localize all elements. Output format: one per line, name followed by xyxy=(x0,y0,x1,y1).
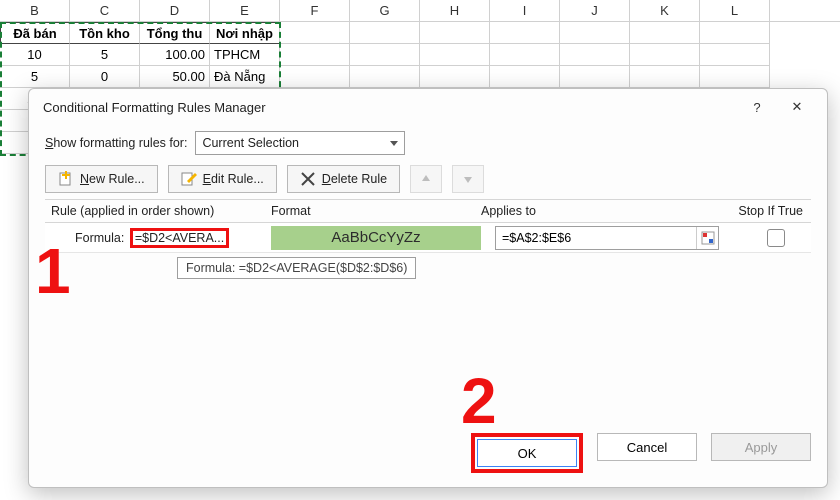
col-C[interactable]: C xyxy=(70,0,140,21)
cell[interactable]: Đà Nẵng xyxy=(210,66,280,88)
scope-value: Current Selection xyxy=(202,136,299,150)
dialog-title: Conditional Formatting Rules Manager xyxy=(43,100,737,115)
col-K[interactable]: K xyxy=(630,0,700,21)
header-da-ban[interactable]: Đã bán xyxy=(0,22,70,44)
stop-if-true-checkbox[interactable] xyxy=(767,229,785,247)
new-rule-button[interactable]: NNew Rule...ew Rule... xyxy=(45,165,158,193)
scope-select[interactable]: Current Selection xyxy=(195,131,405,155)
close-button[interactable]: ✕ xyxy=(777,92,817,122)
ok-button[interactable]: OK xyxy=(477,439,577,467)
toolbar: NNew Rule...ew Rule... Edit Rule... Dele… xyxy=(45,165,811,193)
cell[interactable] xyxy=(350,66,420,88)
cell[interactable] xyxy=(700,22,770,44)
col-D[interactable]: D xyxy=(140,0,210,21)
title-bar: Conditional Formatting Rules Manager ? ✕ xyxy=(29,89,827,125)
col-stop: Stop If True xyxy=(721,204,811,218)
header-tong-thu[interactable]: Tổng thu xyxy=(140,22,210,44)
col-I[interactable]: I xyxy=(490,0,560,21)
col-G[interactable]: G xyxy=(350,0,420,21)
col-B[interactable]: B xyxy=(0,0,70,21)
cell[interactable]: 5 xyxy=(0,66,70,88)
rule-row[interactable]: Formula: =$D2<AVERA... AaBbCcYyZz xyxy=(45,223,811,253)
cell[interactable] xyxy=(280,44,350,66)
cell[interactable] xyxy=(700,66,770,88)
applies-to-field[interactable] xyxy=(495,226,719,250)
col-E[interactable]: E xyxy=(210,0,280,21)
cell[interactable] xyxy=(630,22,700,44)
apply-button[interactable]: Apply xyxy=(711,433,811,461)
col-H[interactable]: H xyxy=(420,0,490,21)
cancel-button[interactable]: Cancel xyxy=(597,433,697,461)
move-up-button[interactable] xyxy=(410,165,442,193)
cell[interactable] xyxy=(350,22,420,44)
edit-rule-icon xyxy=(181,171,197,187)
edit-rule-button[interactable]: Edit Rule... xyxy=(168,165,277,193)
cell[interactable] xyxy=(420,66,490,88)
rules-manager-dialog: Conditional Formatting Rules Manager ? ✕… xyxy=(28,88,828,488)
header-ton-kho[interactable]: Tồn kho xyxy=(70,22,140,44)
delete-rule-icon xyxy=(300,171,316,187)
help-button[interactable]: ? xyxy=(737,92,777,122)
cell[interactable] xyxy=(490,66,560,88)
cell[interactable] xyxy=(490,44,560,66)
chevron-down-icon xyxy=(390,141,398,146)
col-applies: Applies to xyxy=(481,204,721,218)
col-J[interactable]: J xyxy=(560,0,630,21)
col-L[interactable]: L xyxy=(700,0,770,21)
column-headers: B C D E F G H I J K L xyxy=(0,0,840,22)
cell[interactable]: TPHCM xyxy=(210,44,280,66)
rule-description: Formula: =$D2<AVERA... xyxy=(45,228,271,248)
cell[interactable]: 10 xyxy=(0,44,70,66)
header-noi-nhap[interactable]: Nơi nhập xyxy=(210,22,280,44)
cell[interactable]: 100.00 xyxy=(140,44,210,66)
ok-highlight: OK xyxy=(471,433,583,473)
move-down-button[interactable] xyxy=(452,165,484,193)
cell[interactable]: 50.00 xyxy=(140,66,210,88)
show-rules-label: Show formatting rules for: xyxy=(45,136,187,150)
applies-to-input[interactable] xyxy=(496,231,696,245)
delete-rule-button[interactable]: Delete Rule xyxy=(287,165,400,193)
cell[interactable] xyxy=(560,44,630,66)
cell[interactable] xyxy=(630,66,700,88)
cell[interactable] xyxy=(350,44,420,66)
new-rule-icon xyxy=(58,171,74,187)
cell[interactable] xyxy=(700,44,770,66)
formula-tooltip: Formula: =$D2<AVERAGE($D$2:$D$6) xyxy=(177,257,416,279)
cell[interactable] xyxy=(280,66,350,88)
cell[interactable] xyxy=(280,22,350,44)
rule-formula-short: =$D2<AVERA... xyxy=(130,228,229,248)
cell[interactable] xyxy=(420,22,490,44)
rules-list-header: Rule (applied in order shown) Format App… xyxy=(45,199,811,223)
cell[interactable]: 5 xyxy=(70,44,140,66)
rule-format-preview: AaBbCcYyZz xyxy=(271,226,481,250)
cell[interactable] xyxy=(630,44,700,66)
range-picker-icon[interactable] xyxy=(696,227,718,249)
dialog-buttons: OK Cancel Apply xyxy=(471,433,811,473)
col-rule: Rule (applied in order shown) xyxy=(45,204,271,218)
cell[interactable] xyxy=(560,22,630,44)
annotation-2: 2 xyxy=(461,369,497,433)
col-F[interactable]: F xyxy=(280,0,350,21)
cell[interactable]: 0 xyxy=(70,66,140,88)
cell[interactable] xyxy=(560,66,630,88)
col-format: Format xyxy=(271,204,481,218)
cell[interactable] xyxy=(490,22,560,44)
cell[interactable] xyxy=(420,44,490,66)
